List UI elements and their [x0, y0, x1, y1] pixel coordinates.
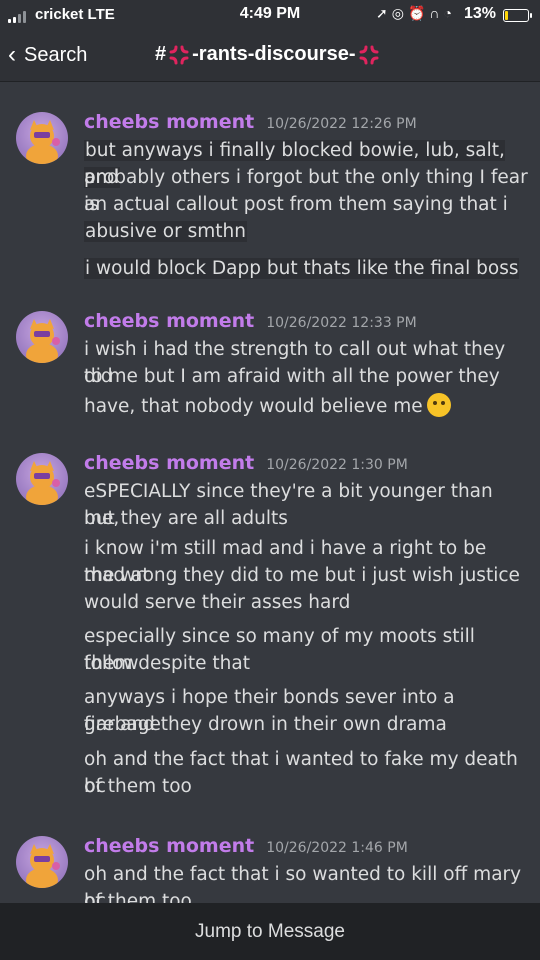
- status-bar: cricket LTE 4:49 PM ➚◎⏰∩◔ 13%: [0, 0, 540, 30]
- back-button[interactable]: ‹ Search: [8, 43, 87, 67]
- channel-hash: #: [155, 43, 167, 65]
- status-time: 4:49 PM: [239, 5, 301, 22]
- message-line: but they are all adults: [84, 508, 288, 529]
- battery-icon: [503, 9, 532, 22]
- message-author[interactable]: cheebs moment: [84, 452, 254, 474]
- message-author[interactable]: cheebs moment: [84, 310, 254, 332]
- avatar[interactable]: [16, 836, 68, 888]
- avatar[interactable]: [16, 311, 68, 363]
- channel-header: ‹ Search # -rants-discourse-: [0, 30, 540, 82]
- woozy-face-emoji-icon: [426, 393, 451, 417]
- message-timestamp: 10/26/2022 12:33 PM: [266, 315, 417, 331]
- avatar[interactable]: [16, 453, 68, 505]
- channel-name: -rants-discourse-: [192, 43, 356, 65]
- message-author[interactable]: cheebs moment: [84, 111, 254, 133]
- jump-to-message-button[interactable]: Jump to Message: [0, 903, 540, 960]
- avatar[interactable]: [16, 112, 68, 164]
- message-timestamp: 10/26/2022 1:30 PM: [266, 457, 408, 473]
- back-label: Search: [24, 43, 88, 66]
- battery-percent: 13%: [464, 5, 497, 22]
- message-line: them despite that: [84, 653, 250, 674]
- chevron-left-icon: ‹: [8, 41, 16, 68]
- message-timestamp: 10/26/2022 12:26 PM: [266, 116, 417, 132]
- message-line: abusive or smthn: [84, 221, 247, 242]
- alarm-icon: ⏰: [407, 5, 430, 21]
- status-icons: ➚◎⏰∩◔: [376, 5, 456, 22]
- anger-symbol-icon: [168, 44, 190, 66]
- message-timestamp: 10/26/2022 1:46 PM: [266, 840, 408, 856]
- message-line: the wrong they did to me but i just wish…: [84, 565, 520, 586]
- location-arrow-icon: ➚: [376, 5, 392, 21]
- anger-symbol-icon: [358, 44, 380, 66]
- message-line: to me but I am afraid with all the power…: [84, 366, 500, 387]
- lock-rotation-icon: ◎: [391, 5, 408, 21]
- message-line: of them too: [84, 776, 192, 797]
- wifi-icon: ◔: [443, 5, 456, 21]
- message-list[interactable]: cheebs moment 10/26/2022 12:26 PM but an…: [0, 83, 540, 903]
- message-line: of them too: [84, 891, 192, 903]
- headphones-icon: ∩: [429, 5, 444, 21]
- message-line: fire and they drown in their own drama: [84, 714, 447, 735]
- channel-title[interactable]: # -rants-discourse-: [155, 43, 382, 66]
- battery-fill: [505, 11, 508, 20]
- message-author[interactable]: cheebs moment: [84, 835, 254, 857]
- message-line: have, that nobody would believe me: [84, 393, 530, 420]
- message-line: i would block Dapp but thats like the fi…: [84, 258, 520, 279]
- message-line: would serve their asses hard: [84, 592, 351, 613]
